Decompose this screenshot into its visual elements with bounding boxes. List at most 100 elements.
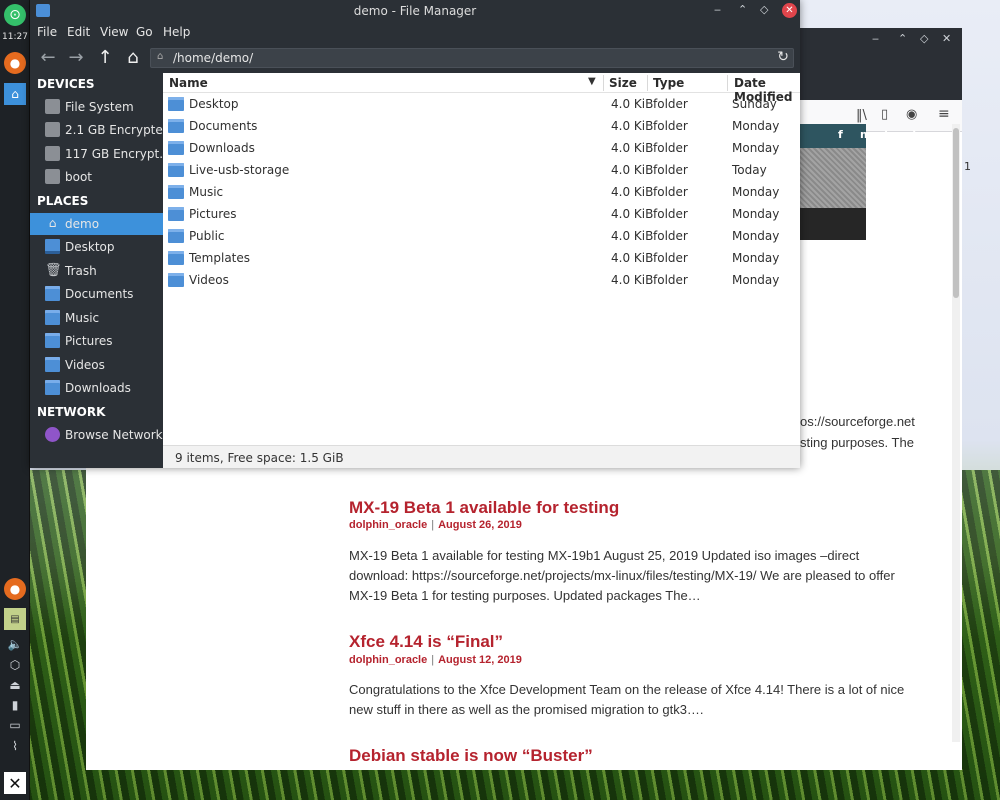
forward-arrow-icon[interactable]: → bbox=[65, 47, 87, 69]
menu-go[interactable]: Go bbox=[136, 25, 153, 39]
youtube-icon[interactable]: yt bbox=[905, 128, 917, 141]
folder-icon bbox=[45, 286, 60, 301]
table-row[interactable]: Live-usb-storage 4.0 KiB folder Today bbox=[163, 159, 800, 181]
hamburger-menu-icon[interactable]: ≡ bbox=[938, 106, 950, 122]
scrollbar-thumb[interactable] bbox=[953, 128, 959, 298]
sidebar-item-encrypted-2gb[interactable]: 2.1 GB Encrypted bbox=[30, 119, 170, 141]
sort-arrow-icon[interactable]: ▼ bbox=[588, 76, 596, 87]
close-icon[interactable]: ✕ bbox=[782, 3, 797, 18]
maximize-icon[interactable]: ⌃ bbox=[898, 32, 907, 45]
home-icon[interactable]: ⌂ bbox=[122, 47, 144, 69]
xfce-logo[interactable]: ✕ bbox=[4, 772, 26, 794]
sidebar-icon[interactable]: ▯ bbox=[881, 107, 888, 122]
minimize-icon[interactable]: ‒ bbox=[714, 3, 721, 16]
sidebar-item-documents[interactable]: Documents bbox=[30, 283, 163, 305]
sidebar-item-file-system[interactable]: File System bbox=[30, 96, 163, 118]
table-row[interactable]: Public 4.0 KiB folder Monday bbox=[163, 225, 800, 247]
sidebar-item-downloads[interactable]: Downloads bbox=[30, 377, 163, 399]
xfce-panel: ⊙ 11:27 ● ⌂ ● ▤ 🔈 ⬡ ⏏ ▮ ▭ ⌇ ✕ bbox=[0, 0, 30, 800]
library-icon[interactable]: ‖\ bbox=[856, 108, 867, 123]
downloads-folder-icon bbox=[45, 380, 60, 395]
menu-icon[interactable]: ⊙ bbox=[4, 4, 26, 26]
table-row[interactable]: Videos 4.0 KiB folder Monday bbox=[163, 269, 800, 291]
file-list: Name ▼ Size Type Date Modified Desktop 4.… bbox=[163, 73, 800, 445]
table-row[interactable]: Music 4.0 KiB folder Monday bbox=[163, 181, 800, 203]
sidebar-item-pictures[interactable]: Pictures bbox=[30, 330, 163, 352]
home-icon: ⌂ bbox=[48, 216, 57, 230]
post-date[interactable]: August 12, 2019 bbox=[438, 654, 522, 666]
file-size: 4.0 KiB bbox=[611, 207, 654, 221]
menu-view[interactable]: View bbox=[100, 25, 128, 39]
firefox-icon[interactable]: ● bbox=[4, 578, 26, 600]
table-row[interactable]: Templates 4.0 KiB folder Monday bbox=[163, 247, 800, 269]
sidebar-item-demo[interactable]: ⌂ demo bbox=[30, 213, 163, 235]
post-meta: dolphin_oracle | August 26, 2019 bbox=[349, 519, 522, 531]
table-row[interactable]: Desktop 4.0 KiB folder Sunday bbox=[163, 93, 800, 115]
volume-icon[interactable]: 🔈 bbox=[4, 633, 26, 655]
notes-icon[interactable]: ▤ bbox=[4, 608, 26, 630]
toolbar: ← → ↑ ⌂ ⌂ /home/demo/ ↻ bbox=[30, 43, 800, 73]
twitter-icon[interactable]: t bbox=[884, 128, 889, 141]
back-arrow-icon[interactable]: ← bbox=[37, 47, 59, 69]
post-title[interactable]: Debian stable is now “Buster” bbox=[349, 746, 593, 766]
package-icon[interactable]: ⬡ bbox=[4, 654, 26, 676]
sidebar-item-boot[interactable]: boot bbox=[30, 166, 163, 188]
display-icon[interactable]: ▭ bbox=[4, 714, 26, 736]
column-size[interactable]: Size bbox=[609, 76, 637, 90]
sidebar-item-label: Documents bbox=[65, 287, 134, 301]
reddit-icon[interactable]: r bbox=[932, 128, 937, 141]
close-icon[interactable]: ✕ bbox=[942, 32, 951, 45]
table-row[interactable]: Documents 4.0 KiB folder Monday bbox=[163, 115, 800, 137]
menu-help[interactable]: Help bbox=[163, 25, 190, 39]
maximize-icon[interactable]: ⌃ bbox=[738, 3, 747, 16]
column-divider[interactable] bbox=[727, 75, 728, 91]
pictures-folder-icon bbox=[168, 207, 184, 221]
post-date[interactable]: August 26, 2019 bbox=[438, 519, 522, 531]
post-title[interactable]: MX-19 Beta 1 available for testing bbox=[349, 498, 619, 518]
column-divider[interactable] bbox=[603, 75, 604, 91]
account-icon[interactable]: ◉ bbox=[906, 107, 917, 122]
titlebar[interactable]: demo - File Manager ‒ ⌃ ◇ ✕ bbox=[30, 0, 800, 22]
file-type: folder bbox=[653, 207, 688, 221]
battery-icon[interactable]: ▮ bbox=[4, 694, 26, 716]
templates-folder-icon bbox=[168, 251, 184, 265]
post-title[interactable]: Xfce 4.14 is “Final” bbox=[349, 632, 503, 652]
folder-icon bbox=[168, 163, 184, 177]
file-name: Music bbox=[189, 185, 224, 199]
sidebar-item-trash[interactable]: 🗑 Trash bbox=[30, 260, 163, 282]
file-manager-icon[interactable]: ⌂ bbox=[4, 83, 26, 105]
minimize-icon[interactable]: ‒ bbox=[872, 32, 879, 45]
file-name: Public bbox=[189, 229, 225, 243]
restore-icon[interactable]: ◇ bbox=[920, 32, 928, 45]
browser-scrollbar[interactable] bbox=[952, 124, 960, 742]
sidebar-item-encrypted-117gb[interactable]: 117 GB Encrypt... bbox=[30, 143, 171, 165]
up-arrow-icon[interactable]: ↑ bbox=[94, 47, 116, 69]
sidebar-item-music[interactable]: Music bbox=[30, 307, 163, 329]
firefox-icon[interactable]: ● bbox=[4, 52, 26, 74]
post-author[interactable]: dolphin_oracle bbox=[349, 654, 427, 666]
sidebar-item-videos[interactable]: Videos bbox=[30, 354, 163, 376]
location-path[interactable]: /home/demo/ bbox=[173, 51, 253, 65]
file-size: 4.0 KiB bbox=[611, 97, 654, 111]
reload-icon[interactable]: ↻ bbox=[777, 49, 789, 65]
column-name[interactable]: Name bbox=[169, 76, 208, 90]
sidebar-item-desktop[interactable]: Desktop bbox=[30, 236, 163, 258]
eject-icon[interactable]: ⏏ bbox=[4, 674, 26, 696]
column-header: Name ▼ Size Type Date Modified bbox=[163, 73, 800, 104]
menu-file[interactable]: File bbox=[37, 25, 57, 39]
location-bar[interactable]: ⌂ /home/demo/ ↻ bbox=[150, 48, 794, 68]
facebook-icon[interactable]: f bbox=[838, 128, 843, 141]
clock[interactable]: 11:27 bbox=[0, 32, 30, 42]
table-row[interactable]: Pictures 4.0 KiB folder Monday bbox=[163, 203, 800, 225]
menu-edit[interactable]: Edit bbox=[67, 25, 90, 39]
file-size: 4.0 KiB bbox=[611, 141, 654, 155]
file-date: Monday bbox=[732, 185, 780, 199]
restore-icon[interactable]: ◇ bbox=[760, 3, 768, 16]
table-row[interactable]: Downloads 4.0 KiB folder Monday bbox=[163, 137, 800, 159]
clip-icon[interactable]: ⌇ bbox=[4, 735, 26, 757]
mastodon-icon[interactable]: m bbox=[860, 128, 871, 141]
post-author[interactable]: dolphin_oracle bbox=[349, 519, 427, 531]
column-type[interactable]: Type bbox=[653, 76, 684, 90]
sidebar-item-browse-network[interactable]: Browse Network bbox=[30, 424, 163, 446]
column-divider[interactable] bbox=[647, 75, 648, 91]
